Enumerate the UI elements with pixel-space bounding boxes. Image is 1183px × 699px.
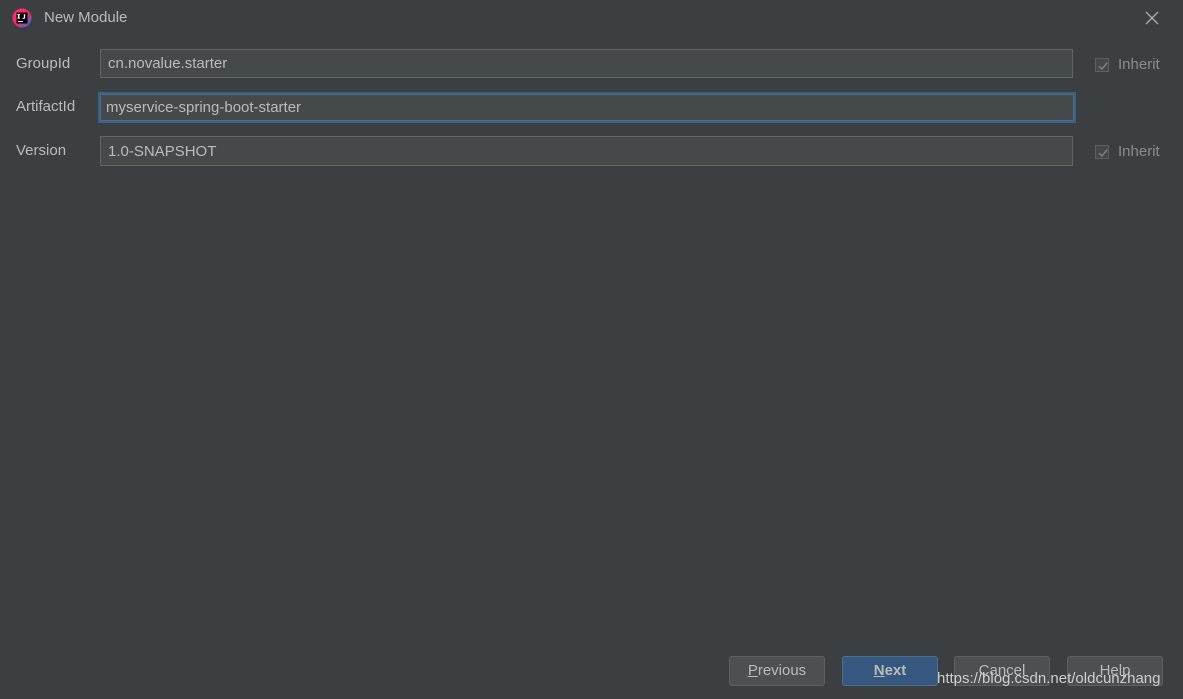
checkbox-checked-icon <box>1095 58 1109 72</box>
group-id-inherit-label: Inherit <box>1118 56 1160 73</box>
version-row: Version Inherit <box>0 136 1183 168</box>
new-module-dialog: New Module GroupId Inherit ArtifactId Ve… <box>0 0 1183 699</box>
version-inherit-checkbox[interactable]: Inherit <box>1095 142 1160 162</box>
checkbox-checked-icon <box>1095 145 1109 159</box>
title-bar: New Module <box>0 0 1183 36</box>
intellij-idea-icon <box>12 8 32 28</box>
next-label: ext <box>884 662 907 679</box>
watermark-text: https://blog.csdn.net/oldcunzhang <box>937 670 1161 687</box>
version-inherit-label: Inherit <box>1118 143 1160 160</box>
next-button[interactable]: Next <box>842 656 938 686</box>
group-id-row: GroupId Inherit <box>0 49 1183 81</box>
group-id-inherit-checkbox[interactable]: Inherit <box>1095 55 1160 75</box>
artifact-id-field[interactable] <box>98 92 1076 123</box>
group-id-label: GroupId <box>16 55 71 72</box>
version-field[interactable] <box>100 136 1073 166</box>
previous-label: revious <box>757 662 807 679</box>
version-label: Version <box>16 142 67 159</box>
artifact-id-row: ArtifactId <box>0 92 1183 124</box>
previous-mnemonic: P <box>747 662 758 679</box>
group-id-field[interactable] <box>100 49 1073 78</box>
artifact-id-label: ArtifactId <box>16 98 76 115</box>
previous-button[interactable]: Previous <box>729 656 825 686</box>
close-icon[interactable] <box>1142 8 1162 28</box>
next-mnemonic: N <box>873 662 885 679</box>
dialog-title: New Module <box>44 9 128 26</box>
